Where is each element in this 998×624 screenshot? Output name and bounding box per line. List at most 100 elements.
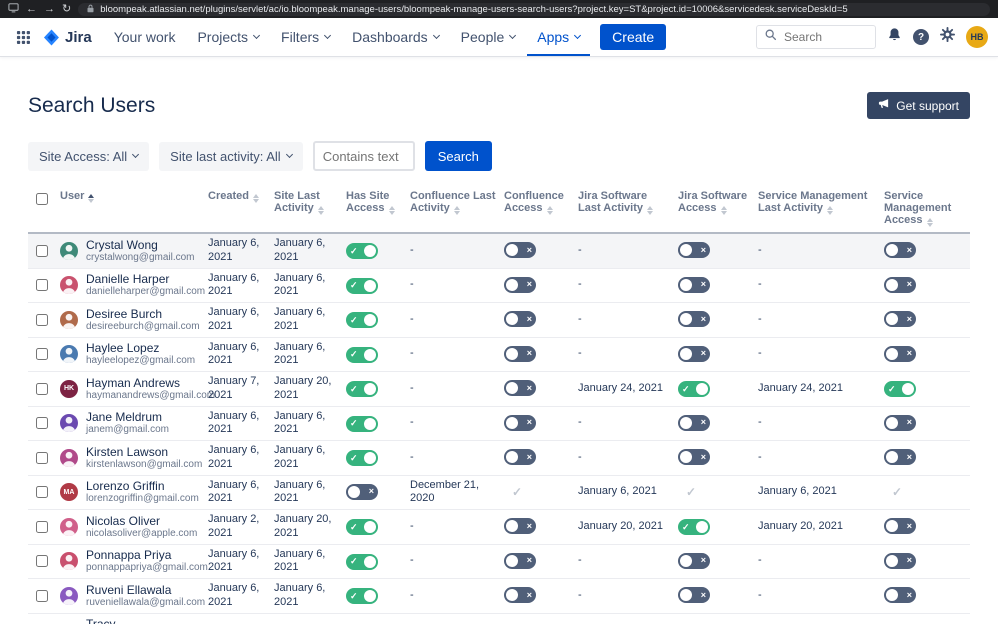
col-service-management-last-activity[interactable]: Service Management Last Activity bbox=[754, 185, 880, 233]
access-toggle[interactable]: × bbox=[678, 587, 710, 603]
row-checkbox[interactable] bbox=[36, 383, 48, 395]
service-management-access-cell: × bbox=[880, 441, 970, 476]
col-jira-last-activity[interactable]: Jira Software Last Activity bbox=[574, 185, 674, 233]
settings-gear-icon[interactable] bbox=[940, 27, 955, 47]
confluence-last-activity-cell: - bbox=[406, 406, 500, 441]
row-checkbox[interactable] bbox=[36, 486, 48, 498]
col-confluence-access[interactable]: Confluence Access bbox=[500, 185, 574, 233]
access-toggle[interactable]: × bbox=[346, 484, 378, 500]
access-toggle[interactable]: ✓ bbox=[346, 347, 378, 363]
access-toggle[interactable]: × bbox=[884, 415, 916, 431]
search-input[interactable] bbox=[782, 29, 862, 45]
avatar bbox=[60, 587, 78, 605]
access-toggle[interactable]: × bbox=[504, 277, 536, 293]
help-icon[interactable]: ? bbox=[913, 29, 929, 45]
access-toggle[interactable]: × bbox=[678, 311, 710, 327]
site-access-filter[interactable]: Site Access: All bbox=[28, 142, 149, 171]
access-toggle[interactable]: × bbox=[504, 553, 536, 569]
notifications-bell-icon[interactable] bbox=[887, 27, 902, 47]
access-toggle[interactable]: ✓ bbox=[346, 312, 378, 328]
user-email: kirstenlawson@gmail.com bbox=[86, 459, 202, 471]
access-toggle[interactable]: × bbox=[884, 242, 916, 258]
access-toggle[interactable]: × bbox=[504, 346, 536, 362]
row-checkbox[interactable] bbox=[36, 590, 48, 602]
site-last-activity-cell: January 6, 2021 bbox=[270, 544, 342, 579]
access-toggle[interactable]: ✓ bbox=[884, 381, 916, 397]
col-site-last-activity[interactable]: Site Last Activity bbox=[270, 185, 342, 233]
row-checkbox[interactable] bbox=[36, 314, 48, 326]
avatar bbox=[60, 518, 78, 536]
access-toggle[interactable]: × bbox=[678, 449, 710, 465]
get-support-button[interactable]: Get support bbox=[867, 92, 970, 119]
access-toggle[interactable]: × bbox=[678, 277, 710, 293]
nav-item-apps[interactable]: Apps bbox=[527, 18, 590, 56]
app-switcher-button[interactable] bbox=[10, 18, 37, 56]
col-has-site-access[interactable]: Has Site Access bbox=[342, 185, 406, 233]
access-toggle[interactable]: × bbox=[504, 242, 536, 258]
search-button[interactable]: Search bbox=[425, 141, 492, 171]
access-toggle[interactable]: ✓ bbox=[678, 381, 710, 397]
sort-icon bbox=[827, 206, 833, 215]
access-toggle[interactable]: × bbox=[504, 380, 536, 396]
user-avatar[interactable]: HB bbox=[966, 26, 988, 48]
back-button[interactable]: ← bbox=[26, 4, 37, 15]
col-created[interactable]: Created bbox=[204, 185, 270, 233]
col-user[interactable]: User bbox=[56, 185, 204, 233]
jira-logo-text: Jira bbox=[65, 29, 92, 46]
jira-logo[interactable]: Jira bbox=[39, 18, 102, 56]
access-toggle[interactable]: × bbox=[884, 587, 916, 603]
reload-button[interactable]: ↻ bbox=[62, 4, 71, 15]
nav-item-your-work[interactable]: Your work bbox=[104, 18, 186, 56]
access-toggle[interactable]: × bbox=[678, 346, 710, 362]
col-confluence-last-activity[interactable]: Confluence Last Activity bbox=[406, 185, 500, 233]
col-service-management-access[interactable]: Service Management Access bbox=[880, 185, 970, 233]
nav-item-people[interactable]: People bbox=[451, 18, 526, 56]
access-toggle[interactable]: ✓ bbox=[346, 381, 378, 397]
access-toggle[interactable]: ✓ bbox=[346, 588, 378, 604]
access-toggle[interactable]: × bbox=[504, 587, 536, 603]
row-checkbox[interactable] bbox=[36, 521, 48, 533]
row-checkbox[interactable] bbox=[36, 348, 48, 360]
access-toggle[interactable]: × bbox=[884, 277, 916, 293]
service-management-last-activity-cell: January 24, 2021 bbox=[754, 372, 880, 407]
access-toggle[interactable]: ✓ bbox=[346, 519, 378, 535]
select-all-checkbox[interactable] bbox=[36, 193, 48, 205]
row-checkbox[interactable] bbox=[36, 555, 48, 567]
access-toggle[interactable]: × bbox=[504, 311, 536, 327]
nav-item-projects[interactable]: Projects bbox=[187, 18, 269, 56]
contains-text-input[interactable] bbox=[313, 141, 415, 171]
site-last-activity-cell: January 6, 2021 bbox=[270, 303, 342, 338]
navbar-search[interactable] bbox=[756, 25, 876, 49]
access-toggle[interactable]: × bbox=[504, 449, 536, 465]
access-toggle[interactable]: × bbox=[504, 518, 536, 534]
service-management-last-activity-cell: - bbox=[754, 337, 880, 372]
access-toggle[interactable]: × bbox=[678, 415, 710, 431]
access-toggle[interactable]: ✓ bbox=[346, 243, 378, 259]
forward-button[interactable]: → bbox=[44, 4, 55, 15]
access-toggle[interactable]: ✓ bbox=[346, 554, 378, 570]
access-toggle[interactable]: ✓ bbox=[678, 519, 710, 535]
create-button[interactable]: Create bbox=[600, 24, 666, 50]
access-toggle[interactable]: ✓ bbox=[346, 416, 378, 432]
access-toggle[interactable]: ✓ bbox=[346, 278, 378, 294]
nav-item-filters[interactable]: Filters bbox=[271, 18, 340, 56]
nav-item-dashboards[interactable]: Dashboards bbox=[342, 18, 449, 56]
access-toggle[interactable]: × bbox=[884, 518, 916, 534]
url-bar[interactable]: bloompeak.atlassian.net/plugins/servlet/… bbox=[78, 3, 990, 16]
access-toggle[interactable]: ✓ bbox=[346, 450, 378, 466]
access-toggle[interactable]: × bbox=[884, 346, 916, 362]
access-toggle[interactable]: × bbox=[678, 242, 710, 258]
user-table-body: Crystal Wong crystalwong@gmail.com Janua… bbox=[28, 233, 970, 624]
site-last-activity-cell: January 20, 2021 bbox=[270, 372, 342, 407]
row-checkbox[interactable] bbox=[36, 245, 48, 257]
access-toggle[interactable]: × bbox=[884, 449, 916, 465]
row-checkbox[interactable] bbox=[36, 279, 48, 291]
access-toggle[interactable]: × bbox=[884, 553, 916, 569]
row-checkbox[interactable] bbox=[36, 452, 48, 464]
site-last-activity-filter[interactable]: Site last activity: All bbox=[159, 142, 303, 171]
access-toggle[interactable]: × bbox=[884, 311, 916, 327]
access-toggle[interactable]: × bbox=[504, 415, 536, 431]
row-checkbox[interactable] bbox=[36, 417, 48, 429]
col-jira-access[interactable]: Jira Software Access bbox=[674, 185, 754, 233]
access-toggle[interactable]: × bbox=[678, 553, 710, 569]
